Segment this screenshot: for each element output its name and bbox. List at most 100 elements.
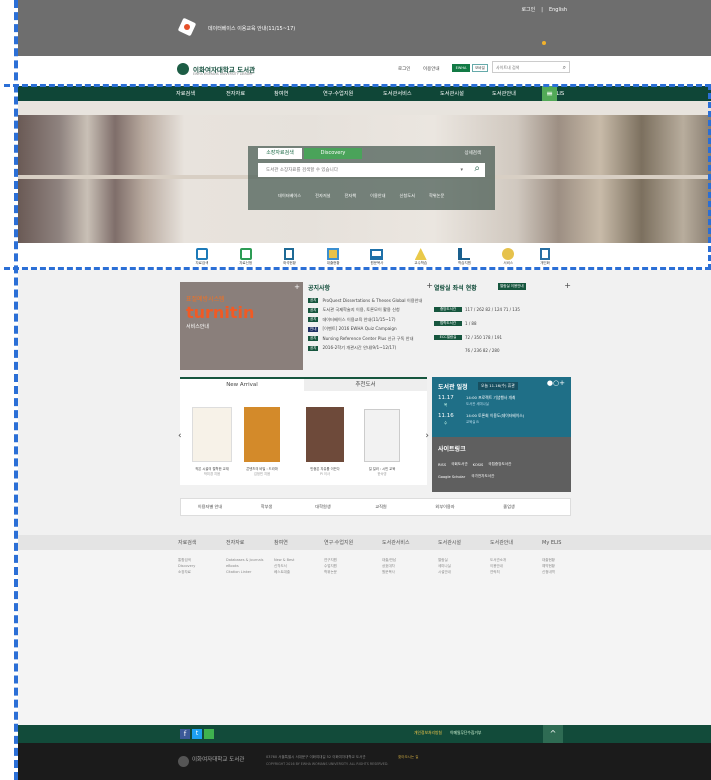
hero-search-input[interactable] [258, 163, 448, 177]
tab-new-arrival[interactable]: New Arrival [180, 379, 304, 391]
copy-icon [370, 248, 384, 260]
banner-indicator[interactable] [542, 41, 546, 45]
footer-head[interactable]: 전자자료 [226, 539, 274, 546]
nav-item[interactable]: 도서관시설 [440, 90, 492, 97]
guide-link[interactable]: 대학원생 [294, 504, 352, 510]
tab-recommend[interactable]: 추천도서 [304, 379, 427, 391]
hero-sublink[interactable]: 데이터베이스 [278, 193, 301, 199]
quick-item[interactable]: 원문복사 [355, 248, 399, 266]
hero-sublink[interactable]: 신청도서 [400, 193, 415, 199]
guide-link[interactable]: 학부생 [239, 504, 294, 510]
quick-item[interactable]: 자료검색 [180, 248, 224, 266]
site-search-input[interactable] [496, 62, 556, 72]
site-link[interactable]: KOSIS [473, 463, 484, 467]
blog-icon[interactable] [204, 729, 214, 739]
notice-item[interactable]: 공지 ProQuest Dissertations & Theses Global… [308, 296, 433, 306]
guide-link[interactable]: 외부이용자 [410, 504, 480, 510]
hero-sublink[interactable]: 전자저널 [315, 193, 330, 199]
search-icon[interactable]: ⌕ [474, 163, 480, 174]
hero-sublink[interactable]: 전자책 [345, 193, 357, 199]
seat-row: ECC열람실 72 / 350 178 / 191 [434, 332, 571, 342]
quick-item[interactable]: 서비스 [486, 248, 530, 266]
site-link[interactable]: Google Scholar [438, 475, 465, 479]
site-link[interactable]: RISS [438, 463, 446, 467]
detail-search-link[interactable]: 상세검색 [464, 150, 481, 156]
notice-more-icon[interactable]: + [426, 281, 433, 290]
notice-item[interactable]: 공지 2016-2학기 개관시간 안내(9/1~12/17) [308, 344, 433, 354]
nav-item[interactable]: 도서관안내 [492, 90, 544, 97]
nav-item[interactable]: 전자자료 [226, 90, 274, 97]
tab-discovery[interactable]: Discovery [304, 148, 362, 159]
nav-items: 자료검색 전자자료 참여연 연구·수업지원 도서관서비스 도서관시설 도서관안내… [176, 86, 582, 101]
nav-item[interactable]: 도서관서비스 [383, 90, 440, 97]
footer-head[interactable]: 참여연 [274, 539, 324, 546]
top-link[interactable]: 로그인 [521, 6, 535, 13]
footer-head[interactable]: 도서관시설 [438, 539, 490, 546]
lang-badge[interactable]: 모바일 [472, 64, 488, 72]
schedule-nav-icon[interactable]: ●○+ [547, 379, 565, 387]
footer-link[interactable]: 이메일무단수집거부 [450, 730, 481, 736]
footer-head[interactable]: 도서관안내 [490, 539, 542, 546]
footer-head[interactable]: My ELIS [542, 540, 580, 546]
next-arrow-icon[interactable]: › [425, 431, 429, 441]
hero-sublink[interactable]: 학위논문 [429, 193, 444, 199]
site-link[interactable]: 국가전자도서관 [471, 474, 494, 479]
search-icon[interactable]: ⌕ [563, 64, 566, 72]
plus-icon[interactable]: + [294, 283, 300, 291]
nav-item[interactable]: 자료검색 [176, 90, 226, 97]
footer-col: Databases & Journals eBooks Citation Linke… [226, 558, 264, 574]
site-link[interactable]: 국립중앙도서관 [488, 462, 511, 467]
notice-banner-text[interactable]: 데이터베이스 이용교육 안내(11/15~17) [208, 25, 295, 32]
facebook-icon[interactable]: f [180, 729, 190, 739]
nav-item[interactable]: 연구·수업지원 [323, 90, 383, 97]
notice-item[interactable]: 안내 [이벤트] 2016 EWHA Quiz Campaign [308, 325, 433, 335]
book-cover[interactable] [192, 407, 232, 462]
top-link[interactable]: English [549, 7, 567, 13]
quick-item[interactable]: 좌석현황 [268, 248, 312, 266]
turnitin-label: 표절예방시스템 [186, 296, 225, 303]
seat-guide-button[interactable]: 열람실 이용안내 [498, 283, 526, 290]
chevron-up-icon[interactable]: ^ [543, 725, 563, 743]
footer-head[interactable]: 연구·수업지원 [324, 539, 382, 546]
book-cover[interactable] [306, 407, 344, 462]
book-cover[interactable] [364, 409, 400, 462]
book-cover[interactable] [244, 407, 280, 462]
search-doc-icon [195, 248, 208, 260]
prev-arrow-icon[interactable]: ‹ [178, 431, 182, 441]
ewha-badge[interactable]: EWHA [452, 64, 470, 72]
site-link[interactable]: 국회도서관 [451, 462, 468, 467]
util-login[interactable]: 로그인 [398, 66, 410, 72]
notice-item[interactable]: 공지 도서관 국제학술지 이용, 토론모이 활용 신청 [308, 306, 433, 316]
menu-icon[interactable]: ≡ [542, 86, 557, 101]
quick-item[interactable]: 대출현황 [311, 248, 355, 266]
hero-sublink[interactable]: 이용안내 [370, 193, 385, 199]
twitter-icon[interactable]: t [192, 729, 202, 739]
footer-map-link[interactable]: 찾아오시는 길 [398, 755, 418, 760]
footer-head[interactable]: 도서관서비스 [382, 539, 438, 546]
turnitin-banner[interactable]: 표절예방시스템 turnitin 서비스안내 + [180, 282, 303, 370]
book-author: Pl 이사 [319, 472, 331, 476]
schedule-place: 교육실 B [466, 420, 479, 424]
service-icon [502, 248, 515, 260]
quick-item[interactable]: 학습지원 [443, 248, 487, 266]
chevron-down-icon[interactable]: ▾ [460, 167, 463, 173]
page: 로그인 | English 데이터베이스 이용교육 안내(11/15~17) 이화여… [14, 0, 711, 780]
notice-item[interactable]: 공지 Nursing Reference Center Plus 신규 구독 안내 [308, 334, 433, 344]
turnitin-sub: 서비스안내 [186, 324, 210, 330]
site-search: ⌕ [492, 61, 570, 73]
seat-more-icon[interactable]: + [564, 282, 571, 290]
quick-item[interactable]: 개인화 [530, 248, 560, 266]
quick-item[interactable]: 자료신청 [224, 248, 268, 266]
footer-col: New & Best 신착도서 베스트대출 [274, 558, 295, 574]
footer-head[interactable]: 자료검색 [178, 539, 226, 546]
quick-item[interactable]: 교수학습 [399, 248, 443, 266]
loan-icon [327, 248, 340, 260]
nav-item[interactable]: 참여연 [274, 90, 323, 97]
library-sub: EWHA WOMANS UNIVERSITY LIBRARY [193, 72, 253, 76]
footer-link[interactable]: 개인정보처리방침 [414, 730, 442, 736]
guide-link[interactable]: 졸업생 [480, 504, 538, 510]
util-guide[interactable]: 이용안내 [423, 66, 440, 72]
notice-item[interactable]: 공지 데이터베이스 이용교육 안내(11/15~17) [308, 315, 433, 325]
guide-link[interactable]: 교직원 [352, 504, 410, 510]
tab-holdings[interactable]: 소장자료검색 [258, 148, 302, 159]
